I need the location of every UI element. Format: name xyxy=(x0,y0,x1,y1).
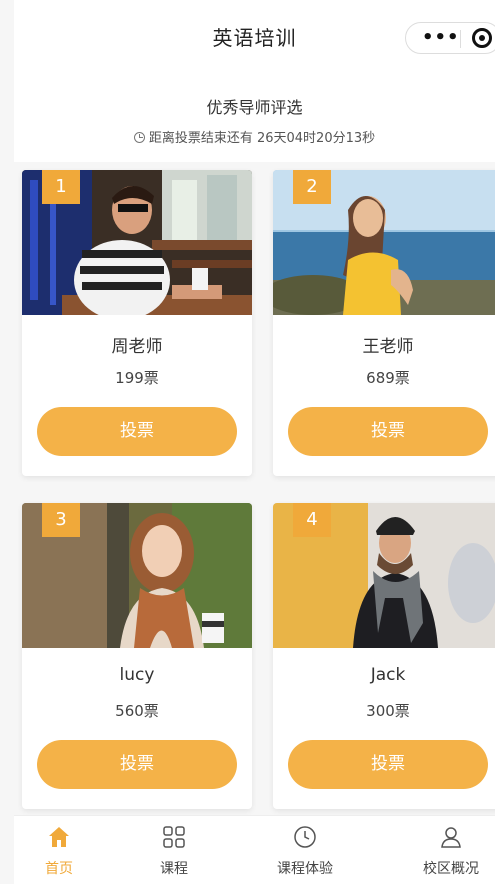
rank-badge: 2 xyxy=(293,170,331,204)
teacher-name: Jack xyxy=(370,665,406,685)
clock-icon xyxy=(294,826,316,848)
home-icon xyxy=(49,827,69,847)
tab-courses-label: 课程 xyxy=(160,861,188,877)
teacher-name: 周老师 xyxy=(111,337,163,357)
user-icon xyxy=(441,827,461,848)
tab-home-label: 首页 xyxy=(45,861,73,877)
vote-count: 199票 xyxy=(115,369,159,387)
capsule-divider xyxy=(460,30,461,48)
rank-badge: 4 xyxy=(293,503,331,537)
tab-course-trial[interactable]: 课程体验 xyxy=(255,816,355,884)
clock-icon xyxy=(133,132,145,143)
teacher-name: 王老师 xyxy=(362,337,414,357)
vote-count: 560票 xyxy=(115,702,159,720)
bottom-tab-bar: 首页 课程 课程体验 校区概况 xyxy=(14,815,495,884)
tab-campus-overview[interactable]: 校区概况 xyxy=(401,816,495,884)
vote-count: 300票 xyxy=(366,702,410,720)
vote-button[interactable]: 投票 xyxy=(288,407,488,456)
target-circle-icon[interactable] xyxy=(472,28,492,48)
teacher-card: 1 周老师 199票 投票 xyxy=(22,170,252,476)
teacher-card: 2 王老师 689票 投票 xyxy=(273,170,495,476)
tab-campus-overview-label: 校区概况 xyxy=(423,861,479,877)
teacher-card: 3 lucy 560票 投票 xyxy=(22,503,252,809)
rank-badge: 3 xyxy=(42,503,80,537)
countdown-label: 距离投票结束还有 26天04时20分13秒 xyxy=(148,131,376,146)
page-title: 优秀导师评选 xyxy=(206,98,303,117)
grid-icon xyxy=(163,826,185,848)
vote-button[interactable]: 投票 xyxy=(288,740,488,789)
tab-home[interactable]: 首页 xyxy=(9,816,109,884)
tab-course-trial-label: 课程体验 xyxy=(277,861,333,877)
teacher-name: lucy xyxy=(119,665,155,685)
more-dots-icon[interactable]: ••• xyxy=(422,27,460,48)
mini-program-capsule: ••• xyxy=(405,22,495,54)
tab-courses[interactable]: 课程 xyxy=(124,816,224,884)
countdown-text: 距离投票结束还有 26天04时20分13秒 xyxy=(14,127,495,146)
rank-badge: 1 xyxy=(42,170,80,204)
vote-header: 优秀导师评选 距离投票结束还有 26天04时20分13秒 xyxy=(14,72,495,162)
vote-button[interactable]: 投票 xyxy=(37,407,237,456)
vote-count: 689票 xyxy=(366,369,410,387)
vote-button[interactable]: 投票 xyxy=(37,740,237,789)
teacher-card: 4 Jack 300票 投票 xyxy=(273,503,495,809)
